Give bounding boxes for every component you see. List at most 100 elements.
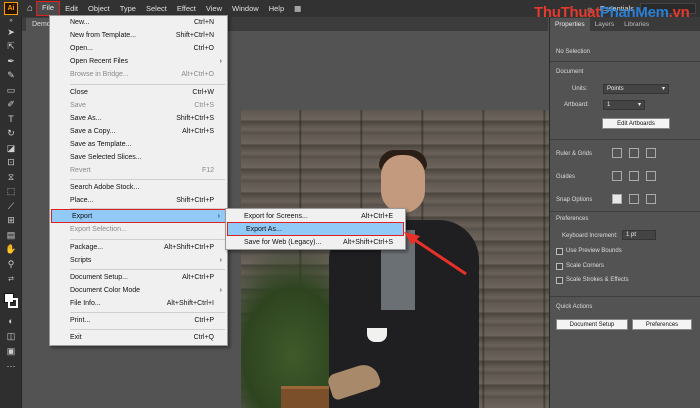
pen-tool-icon[interactable]: ✒: [0, 54, 22, 69]
home-icon[interactable]: ⌂: [24, 3, 36, 15]
snap-to-pixel-icon[interactable]: [629, 194, 639, 204]
curvature-tool-icon[interactable]: ✎: [0, 69, 22, 84]
draw-mode-icon[interactable]: ◫: [0, 329, 22, 344]
menu-item-search-stock[interactable]: Search Adobe Stock...: [50, 181, 227, 194]
hand-tool-icon[interactable]: ✋: [0, 243, 22, 258]
preferences-section-title: Preferences: [556, 216, 589, 222]
swap-colors-icon[interactable]: ⇄: [0, 272, 22, 287]
menu-item-file-info[interactable]: File Info... Alt+Shift+Ctrl+I: [50, 297, 227, 310]
export-submenu: Export for Screens... Alt+Ctrl+E Export A…: [225, 208, 406, 250]
menu-effect[interactable]: Effect: [172, 1, 201, 16]
stroke-swatch[interactable]: [8, 298, 18, 308]
menu-item-document-color-mode[interactable]: Document Color Mode ›: [50, 284, 227, 297]
menu-item-new[interactable]: New... Ctrl+N: [50, 16, 227, 29]
scale-corners-label: Scale Corners: [566, 263, 605, 269]
menu-item-export[interactable]: Export ›: [51, 209, 226, 223]
menu-window[interactable]: Window: [227, 1, 264, 16]
ruler-icon[interactable]: [612, 148, 622, 158]
snap-to-grid-icon[interactable]: [646, 194, 656, 204]
menu-item-save-template[interactable]: Save as Template...: [50, 138, 227, 151]
document-setup-button[interactable]: Document Setup: [556, 319, 628, 330]
smart-guides-icon[interactable]: [646, 171, 656, 181]
menu-item-save-slices[interactable]: Save Selected Slices...: [50, 151, 227, 164]
menu-item-revert[interactable]: Revert F12: [50, 164, 227, 177]
menu-item-new-from-template[interactable]: New from Template... Shift+Ctrl+N: [50, 29, 227, 42]
selection-tool-icon[interactable]: ➤: [0, 25, 22, 40]
paintbrush-tool-icon[interactable]: ✐: [0, 98, 22, 113]
menu-item-browse-bridge[interactable]: Browse in Bridge... Alt+Ctrl+O: [50, 68, 227, 81]
show-guides-icon[interactable]: [612, 171, 622, 181]
menu-item-print[interactable]: Print... Ctrl+P: [50, 314, 227, 327]
units-select[interactable]: Points ▾: [603, 84, 669, 94]
menu-object[interactable]: Object: [83, 1, 115, 16]
menu-file[interactable]: File: [36, 1, 61, 16]
shape-builder-tool-icon[interactable]: ⬚: [0, 185, 22, 200]
menu-item-scripts[interactable]: Scripts ›: [50, 254, 227, 267]
screen-mode-icon[interactable]: ▣: [0, 344, 22, 359]
menu-help[interactable]: Help: [264, 1, 289, 16]
menu-item-save[interactable]: Save Ctrl+S: [50, 99, 227, 112]
artboard-photo[interactable]: [241, 110, 554, 408]
tools-panel: » ➤ ⇱ ✒ ✎ ▭ ✐ T ↻ ◪ ⊡ ⧖ ⬚ ⟋ ⊞ ▤ ✋ ⚲ ⇄ ◐ …: [0, 17, 22, 408]
menu-item-close[interactable]: Close Ctrl+W: [50, 86, 227, 99]
tab-libraries[interactable]: Libraries: [619, 18, 654, 31]
lock-guides-icon[interactable]: [629, 171, 639, 181]
blend-tool-icon[interactable]: ⊞: [0, 214, 22, 229]
preferences-button[interactable]: Preferences: [632, 319, 692, 330]
menu-view[interactable]: View: [201, 1, 227, 16]
menu-separator: [70, 269, 225, 270]
artboard-select[interactable]: 1 ▾: [603, 100, 645, 110]
keyboard-increment-label: Keyboard Increment:: [562, 233, 618, 239]
use-preview-bounds-checkbox[interactable]: [556, 248, 563, 255]
artboard-tool-icon[interactable]: ▤: [0, 228, 22, 243]
rulers-grids-label: Ruler & Grids: [556, 151, 593, 157]
rectangle-tool-icon[interactable]: ▭: [0, 83, 22, 98]
use-preview-bounds-label: Use Preview Bounds: [566, 248, 622, 254]
eraser-tool-icon[interactable]: ◪: [0, 141, 22, 156]
transparency-grid-icon[interactable]: [646, 148, 656, 158]
zoom-tool-icon[interactable]: ⚲: [0, 257, 22, 272]
submenu-arrow-icon: ›: [219, 257, 222, 264]
menu-separator: [70, 239, 225, 240]
person-face: [381, 155, 425, 213]
rotate-tool-icon[interactable]: ↻: [0, 127, 22, 142]
scale-strokes-checkbox[interactable]: [556, 277, 563, 284]
eyedropper-tool-icon[interactable]: ⟋: [0, 199, 22, 214]
menu-item-package[interactable]: Package... Alt+Shift+Ctrl+P: [50, 241, 227, 254]
color-mode-icon[interactable]: ◐: [0, 314, 22, 329]
menu-separator: [70, 84, 225, 85]
scale-corners-checkbox[interactable]: [556, 263, 563, 270]
menu-item-save-as[interactable]: Save As... Shift+Ctrl+S: [50, 112, 227, 125]
collapse-icon[interactable]: »: [0, 17, 22, 25]
workspace-switcher-icon[interactable]: ▦: [289, 1, 306, 16]
menu-type[interactable]: Type: [115, 1, 141, 16]
menu-item-save-copy[interactable]: Save a Copy... Alt+Ctrl+S: [50, 125, 227, 138]
menu-item-exit[interactable]: Exit Ctrl+Q: [50, 331, 227, 344]
properties-panel: Properties Layers Libraries No Selection…: [549, 17, 700, 408]
submenu-arrow-icon: ›: [219, 58, 222, 65]
direct-selection-tool-icon[interactable]: ⇱: [0, 40, 22, 55]
menu-item-save-for-web[interactable]: Save for Web (Legacy)... Alt+Shift+Ctrl+S: [226, 236, 405, 249]
menu-item-export-as[interactable]: Export As...: [227, 222, 404, 236]
scale-tool-icon[interactable]: ⊡: [0, 156, 22, 171]
menu-item-open[interactable]: Open... Ctrl+O: [50, 42, 227, 55]
tab-layers[interactable]: Layers: [590, 18, 620, 31]
menu-separator: [70, 312, 225, 313]
tab-properties[interactable]: Properties: [550, 18, 590, 31]
more-tools-icon[interactable]: ⋯: [0, 359, 22, 374]
type-tool-icon[interactable]: T: [0, 112, 22, 127]
snap-to-point-icon[interactable]: [612, 194, 622, 204]
edit-artboards-button[interactable]: Edit Artboards: [602, 118, 670, 129]
menu-item-place[interactable]: Place... Shift+Ctrl+P: [50, 194, 227, 207]
keyboard-increment-input[interactable]: 1 pt: [622, 230, 656, 240]
menu-edit[interactable]: Edit: [60, 1, 83, 16]
menu-separator: [70, 329, 225, 330]
panel-tabs: Properties Layers Libraries: [550, 17, 700, 31]
menu-item-document-setup[interactable]: Document Setup... Alt+Ctrl+P: [50, 271, 227, 284]
document-section-title: Document: [556, 69, 584, 75]
menu-item-open-recent[interactable]: Open Recent Files ›: [50, 55, 227, 68]
width-tool-icon[interactable]: ⧖: [0, 170, 22, 185]
menu-select[interactable]: Select: [141, 1, 172, 16]
menu-item-export-selection[interactable]: Export Selection...: [50, 223, 227, 236]
grid-icon[interactable]: [629, 148, 639, 158]
